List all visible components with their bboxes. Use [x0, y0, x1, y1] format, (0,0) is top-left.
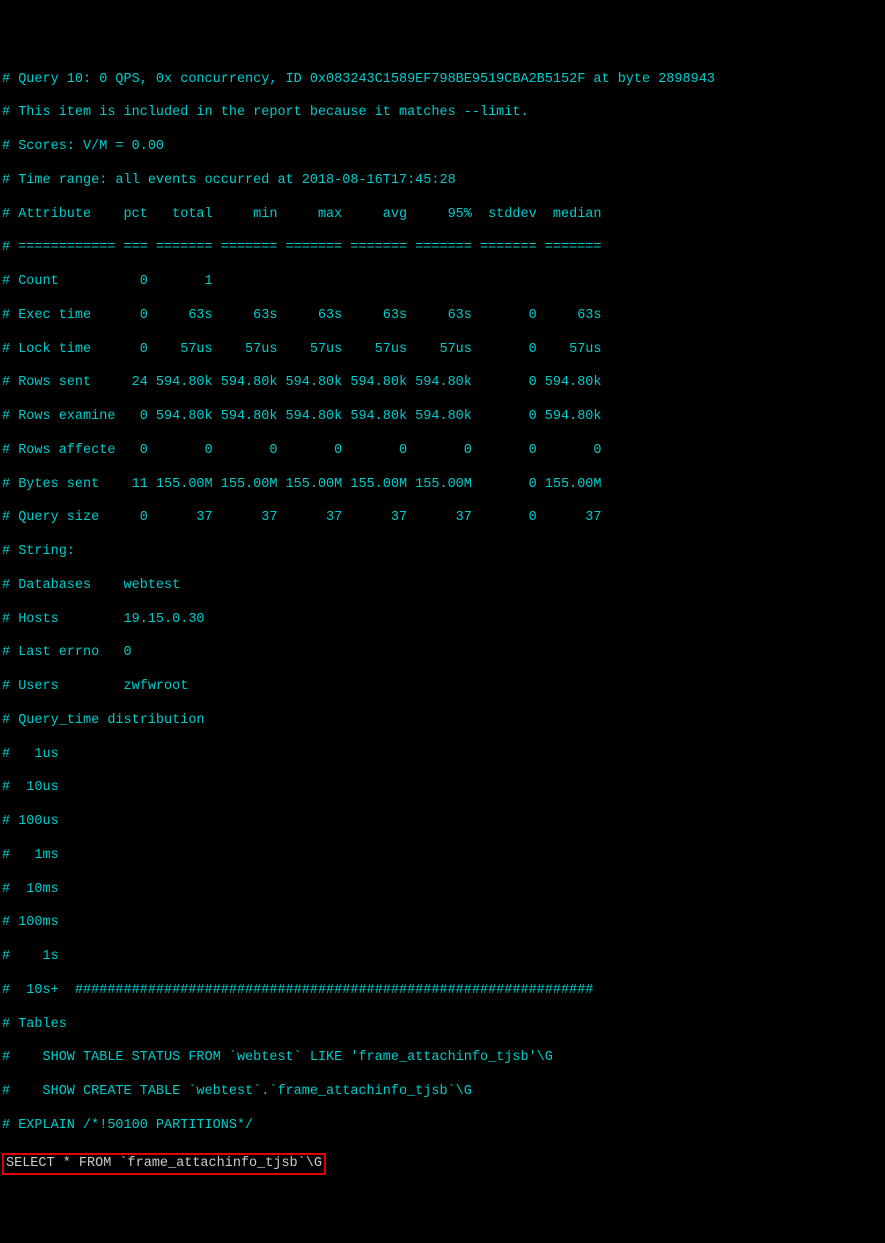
tables-line: # SHOW CREATE TABLE `webtest`.`frame_att… — [2, 1084, 883, 1101]
table-header: # Attribute pct total min max avg 95% st… — [2, 207, 883, 224]
dist-line: # 100us — [2, 814, 883, 831]
table-separator: # ============ === ======= ======= =====… — [2, 240, 883, 257]
table-row: # Rows sent 24 594.80k 594.80k 594.80k 5… — [2, 375, 883, 392]
tables-line: # SHOW TABLE STATUS FROM `webtest` LIKE … — [2, 1050, 883, 1067]
table-row: # Exec time 0 63s 63s 63s 63s 63s 0 63s — [2, 308, 883, 325]
dist-line: # 1us — [2, 747, 883, 764]
meta-line: # Query_time distribution — [2, 713, 883, 730]
table-row: # Bytes sent 11 155.00M 155.00M 155.00M … — [2, 477, 883, 494]
meta-line: # Last errno 0 — [2, 645, 883, 662]
meta-line: # String: — [2, 544, 883, 561]
dist-line: # 1ms — [2, 848, 883, 865]
meta-line: # Hosts 19.15.0.30 — [2, 612, 883, 629]
table-row: # Count 0 1 — [2, 274, 883, 291]
header-line-2: # This item is included in the report be… — [2, 105, 883, 122]
tables-line: # Tables — [2, 1017, 883, 1034]
highlighted-query: SELECT * FROM `frame_attachinfo_tjsb`\G — [2, 1153, 326, 1176]
table-row: # Rows affecte 0 0 0 0 0 0 0 0 — [2, 443, 883, 460]
dist-line: # 1s — [2, 949, 883, 966]
meta-line: # Users zwfwroot — [2, 679, 883, 696]
explain-line: # EXPLAIN /*!50100 PARTITIONS*/ — [2, 1118, 883, 1135]
header-line-3: # Scores: V/M = 0.00 — [2, 139, 883, 156]
dist-line: # 100ms — [2, 915, 883, 932]
table-row: # Lock time 0 57us 57us 57us 57us 57us 0… — [2, 342, 883, 359]
meta-line: # Databases webtest — [2, 578, 883, 595]
header-line-4: # Time range: all events occurred at 201… — [2, 173, 883, 190]
dist-line: # 10ms — [2, 882, 883, 899]
dist-line: # 10s+ #################################… — [2, 983, 883, 1000]
table-row: # Rows examine 0 594.80k 594.80k 594.80k… — [2, 409, 883, 426]
table-row: # Query size 0 37 37 37 37 37 0 37 — [2, 510, 883, 527]
header-line-1: # Query 10: 0 QPS, 0x concurrency, ID 0x… — [2, 72, 883, 89]
dist-line: # 10us — [2, 780, 883, 797]
